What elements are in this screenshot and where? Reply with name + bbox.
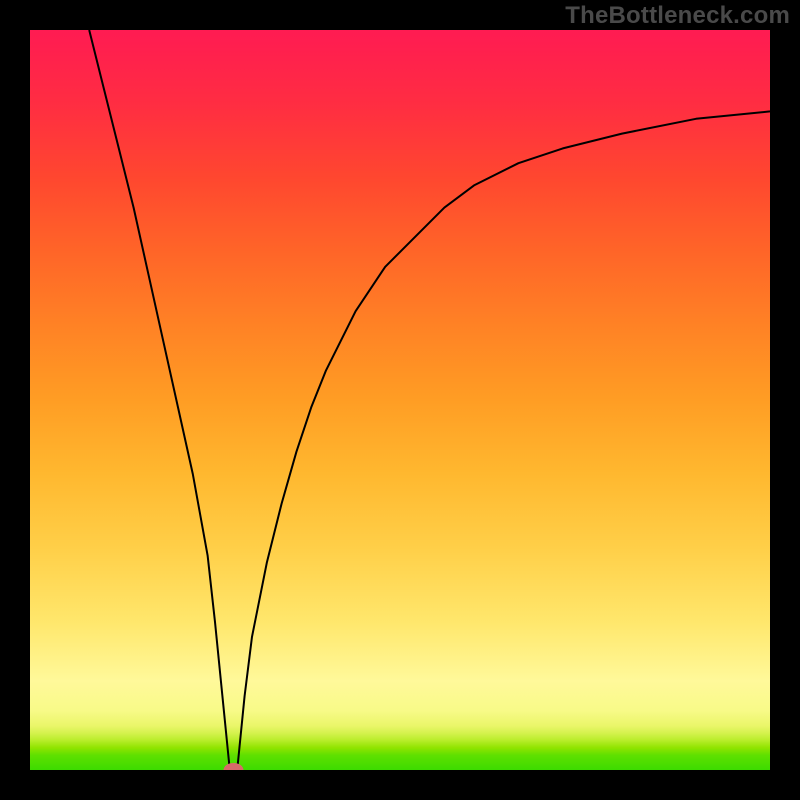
plot-area	[30, 30, 770, 770]
watermark-text: TheBottleneck.com	[565, 2, 790, 30]
plot-background	[30, 30, 770, 770]
chart-container: TheBottleneck.com	[0, 0, 800, 800]
chart-svg	[30, 30, 770, 770]
